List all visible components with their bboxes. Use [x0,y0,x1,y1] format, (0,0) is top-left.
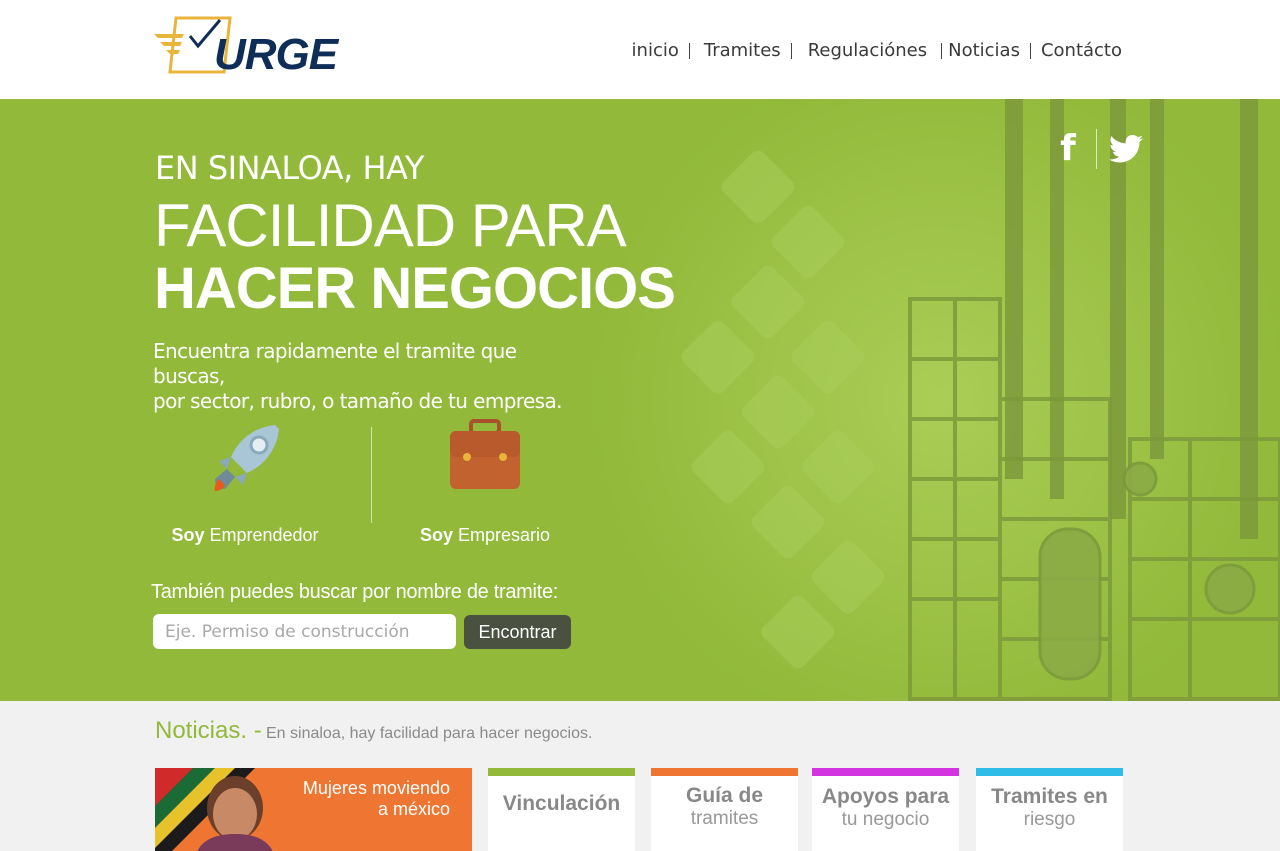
news-section: Noticias. - En sinaloa, hay facilidad pa… [0,701,1280,851]
card-riesgo-subtitle: riesgo [1023,809,1076,830]
nav-noticias[interactable]: Noticias [942,40,1030,61]
emprendedor-option[interactable]: Soy Emprendedor [145,419,345,546]
promo-line2: a méxico [377,799,450,819]
card-tramites-riesgo[interactable]: Tramites en riesgo [976,768,1123,851]
card-guia-title: Guía de [685,784,764,807]
search-button[interactable]: Encontrar [464,615,571,649]
logo-wordmark: URGE [214,30,338,79]
site-header: URGE inicio Tramites Regulaciónes Notici… [0,0,1280,99]
news-title: Noticias. - [155,717,262,744]
hero-title-line1: FACILIDAD PARA [154,192,627,259]
hero-subtitle-line1: Encuentra rapidamente el tramite que bus… [153,339,517,388]
card-vinculacion[interactable]: Vinculación [488,768,635,851]
empresario-option[interactable]: Soy Empresario [385,419,585,546]
empresario-label: Soy Empresario [385,525,585,546]
card-guia-subtitle: tramites [690,808,759,829]
news-subtitle: En sinaloa, hay facilidad para hacer neg… [266,725,593,742]
social-links: f [1052,129,1143,169]
social-divider [1096,129,1097,169]
urge-logo[interactable]: URGE [154,16,346,79]
factory-illustration [681,99,1280,701]
emprendedor-prefix: Soy [171,525,205,545]
hero-subtitle: Encuentra rapidamente el tramite que bus… [153,339,593,414]
hero-pretitle: EN SINALOA, HAY [155,149,424,187]
emprendedor-label: Soy Emprendedor [145,525,345,546]
card-apoyos-subtitle: tu negocio [841,809,930,830]
empresario-prefix: Soy [419,525,453,545]
hero-title-line2: HACER NEGOCIOS [154,256,676,321]
card-guia-tramites[interactable]: Guía de tramites [651,768,798,851]
twitter-icon[interactable] [1109,134,1143,164]
card-riesgo-title: Tramites en [991,785,1108,808]
facebook-icon[interactable]: f [1052,130,1084,168]
rocket-icon [145,419,345,499]
nav-inicio[interactable]: inicio [622,40,689,61]
nav-contacto[interactable]: Contácto [1031,40,1132,61]
search-title: También puedes buscar por nombre de tram… [151,581,559,603]
nav-tramites[interactable]: Tramites [690,40,791,61]
choice-divider [371,427,372,523]
card-apoyos[interactable]: Apoyos para tu negocio [812,768,959,851]
empresario-text: Empresario [458,525,551,545]
nav-regulaciones[interactable]: Regulaciónes [792,40,941,61]
main-nav: inicio Tramites Regulaciónes Noticias Co… [622,40,1132,61]
hero-banner: f EN SINALOA, HAY FACILIDAD PARA HACER N… [0,99,1280,701]
briefcase-icon [385,419,585,499]
search-input[interactable] [153,614,456,649]
card-apoyos-title: Apoyos para [821,785,950,808]
hero-subtitle-line2: por sector, rubro, o tamaño de tu empres… [153,389,563,413]
card-vinculacion-title: Vinculación [502,792,621,815]
promo-line1: Mujeres moviendo [302,778,450,798]
emprendedor-text: Emprendedor [209,525,319,545]
promo-banner[interactable]: Mujeres moviendo a méxico [155,768,472,851]
promo-text: Mujeres moviendo a méxico [303,778,450,820]
